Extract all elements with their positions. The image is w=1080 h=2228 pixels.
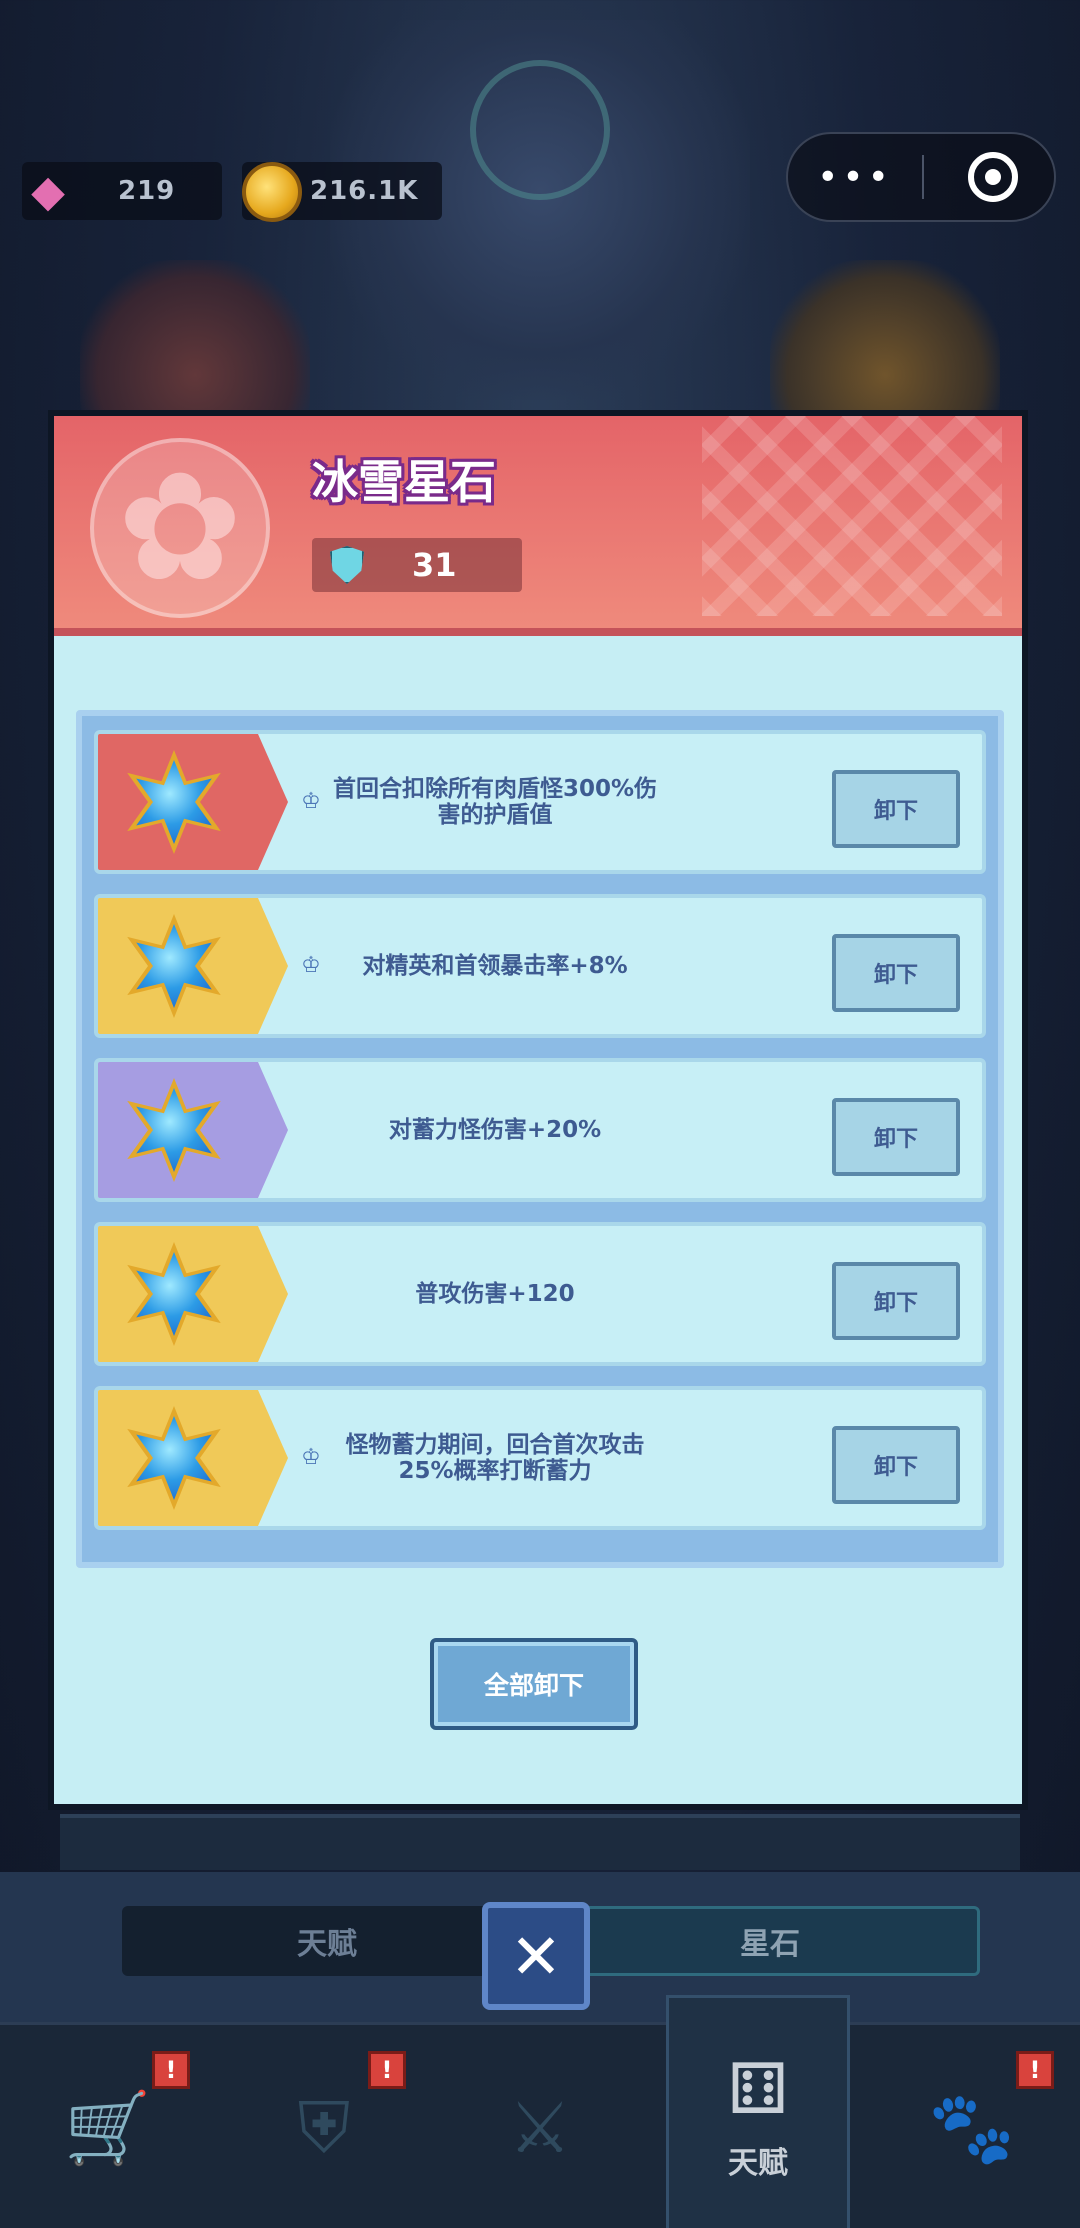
- nav-shop[interactable]: 🛒 !: [0, 2025, 216, 2228]
- crown-icon: ♔: [301, 1445, 321, 1470]
- miniprogram-capsule: •••: [786, 132, 1056, 222]
- skill-row: 普攻伤害+120 卸下: [94, 1222, 986, 1366]
- armor-icon: ⛨: [297, 2086, 351, 2169]
- unequip-all-button[interactable]: 全部卸下: [430, 1638, 638, 1730]
- ice-star-gem-icon: [122, 750, 226, 854]
- snowflower-icon: ✿: [117, 441, 243, 615]
- modal-header: ✿ 冰雪星石 31: [54, 416, 1022, 636]
- dice-icon: ⚅: [727, 2047, 789, 2130]
- alert-badge: !: [152, 2051, 190, 2089]
- cart-icon: 🛒: [64, 2086, 152, 2169]
- unequip-button[interactable]: 卸下: [832, 770, 960, 848]
- skill-row: ♔ 首回合扣除所有肉盾怪300%伤害的护盾值 卸下: [94, 730, 986, 874]
- target-icon: [985, 169, 1001, 185]
- ice-star-gem-icon: [122, 1406, 226, 1510]
- close-modal-button[interactable]: ✕: [482, 1902, 590, 2010]
- gem-icon: ◆: [31, 165, 65, 217]
- coin-value: 216.1K: [310, 176, 419, 206]
- ice-star-gem-icon: [122, 914, 226, 1018]
- skill-row: 对蓄力怪伤害+20% 卸下: [94, 1058, 986, 1202]
- alert-badge: !: [368, 2051, 406, 2089]
- unequip-button[interactable]: 卸下: [832, 1426, 960, 1504]
- skill-description: 怪物蓄力期间，回合首次攻击25%概率打断蓄力: [345, 1431, 645, 1484]
- bottom-navbar: 🛒 ! ⛨ ! ⚔ ⚅ 天赋 🐾 !: [0, 1995, 1080, 2228]
- shield-value: 31: [412, 546, 457, 584]
- nav-talent[interactable]: ⚅ 天赋: [666, 1995, 850, 2228]
- crown-icon: ♔: [301, 953, 321, 978]
- tab-talent[interactable]: 天赋: [122, 1906, 532, 1976]
- crown-icon: ♔: [301, 789, 321, 814]
- ice-star-gem-icon: [122, 1242, 226, 1346]
- skill-description: 对精英和首领暴击率+8%: [362, 952, 628, 979]
- tab-starstone[interactable]: 星石: [560, 1906, 980, 1976]
- shield-icon: [330, 546, 364, 584]
- capsule-divider: [922, 155, 924, 199]
- close-icon: ✕: [510, 1919, 562, 1993]
- starstone-emblem: ✿: [90, 438, 270, 618]
- nav-equipment[interactable]: ⛨ !: [216, 2025, 432, 2228]
- alert-badge: !: [1016, 2051, 1054, 2089]
- header-pattern: [702, 416, 1002, 616]
- close-miniprogram-button[interactable]: [968, 152, 1018, 202]
- unequip-button[interactable]: 卸下: [832, 1098, 960, 1176]
- nav-battle[interactable]: ⚔: [432, 2025, 648, 2228]
- shield-stat: 31: [312, 538, 522, 592]
- unequip-button[interactable]: 卸下: [832, 934, 960, 1012]
- starstone-detail-modal: ✿ 冰雪星石 31 ♔ 首回合扣除所有肉盾怪300%伤害的护盾值 卸下 ♔ 对精…: [48, 410, 1028, 1810]
- skill-description: 首回合扣除所有肉盾怪300%伤害的护盾值: [332, 775, 658, 828]
- gem-counter: ◆ 219: [22, 162, 222, 220]
- nav-talent-label: 天赋: [728, 2145, 788, 2181]
- coin-icon: [242, 162, 302, 222]
- skill-row: ♔ 对精英和首领暴击率+8% 卸下: [94, 894, 986, 1038]
- gem-value: 219: [118, 176, 176, 206]
- nav-pet[interactable]: 🐾 !: [864, 2025, 1080, 2228]
- skill-list: ♔ 首回合扣除所有肉盾怪300%伤害的护盾值 卸下 ♔ 对精英和首领暴击率+8%…: [76, 710, 1004, 1568]
- skill-description: 普攻伤害+120: [415, 1280, 575, 1307]
- ice-star-gem-icon: [122, 1078, 226, 1182]
- equipped-gem-strip: [60, 1814, 1020, 1870]
- coin-counter: 216.1K: [242, 162, 442, 222]
- crossed-swords-icon: ⚔: [508, 2087, 572, 2169]
- skill-description: 对蓄力怪伤害+20%: [388, 1116, 602, 1143]
- background-halo: [470, 60, 610, 200]
- modal-title: 冰雪星石: [312, 455, 496, 509]
- unequip-button[interactable]: 卸下: [832, 1262, 960, 1340]
- paw-icon: 🐾: [928, 2086, 1016, 2169]
- skill-row: ♔ 怪物蓄力期间，回合首次攻击25%概率打断蓄力 卸下: [94, 1386, 986, 1530]
- more-menu-button[interactable]: •••: [788, 157, 922, 198]
